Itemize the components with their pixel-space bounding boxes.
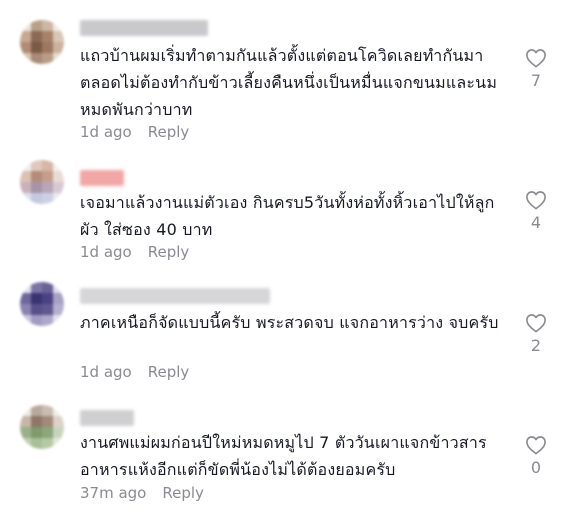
username-redacted[interactable] [80, 170, 124, 186]
heart-outline-icon [526, 191, 546, 210]
avatar[interactable] [20, 282, 64, 326]
like-button[interactable]: 4 [520, 190, 552, 232]
reply-button[interactable]: Reply [162, 484, 204, 502]
timestamp: 1d ago [80, 363, 132, 381]
avatar[interactable] [20, 405, 64, 449]
avatar[interactable] [20, 20, 64, 64]
heart-outline-icon [526, 314, 546, 333]
reply-button[interactable]: Reply [148, 243, 190, 261]
timestamp: 1d ago [80, 123, 132, 141]
reply-button[interactable]: Reply [148, 123, 190, 141]
username-redacted[interactable] [80, 20, 208, 36]
username-redacted[interactable] [80, 288, 270, 304]
comment-text: ภาคเหนือก็จัดแบบนี้ครับ พระสวดจบ แจกอาหา… [80, 313, 499, 332]
like-count: 4 [530, 213, 542, 232]
comment-meta: 37m ago Reply [80, 484, 204, 502]
like-count: 7 [530, 71, 542, 90]
heart-outline-icon [526, 436, 546, 455]
username-redacted[interactable] [80, 410, 134, 426]
comment-text: แถวบ้านผมเริ่มทำตามกันแล้วตั้งแต่ตอนโควิ… [80, 46, 498, 119]
timestamp: 1d ago [80, 243, 132, 261]
timestamp: 37m ago [80, 484, 147, 502]
comment-meta: 1d ago Reply [80, 363, 189, 381]
heart-outline-icon [526, 49, 546, 68]
comment-meta: 1d ago Reply [80, 123, 189, 141]
avatar[interactable] [20, 160, 64, 204]
like-count: 2 [530, 336, 542, 355]
like-count: 0 [530, 458, 542, 477]
like-button[interactable]: 2 [520, 313, 552, 355]
comment-text: เจอมาแล้วงานแม่ตัวเอง กินครบ5วันทั้งห่อท… [80, 193, 495, 239]
like-button[interactable]: 0 [520, 435, 552, 477]
reply-button[interactable]: Reply [148, 363, 190, 381]
comment-text: งานศพแม่ผมก่อนปีใหม่หมดหมูไป 7 ตัววันเผา… [80, 433, 487, 479]
comment-meta: 1d ago Reply [80, 243, 189, 261]
like-button[interactable]: 7 [520, 48, 552, 90]
